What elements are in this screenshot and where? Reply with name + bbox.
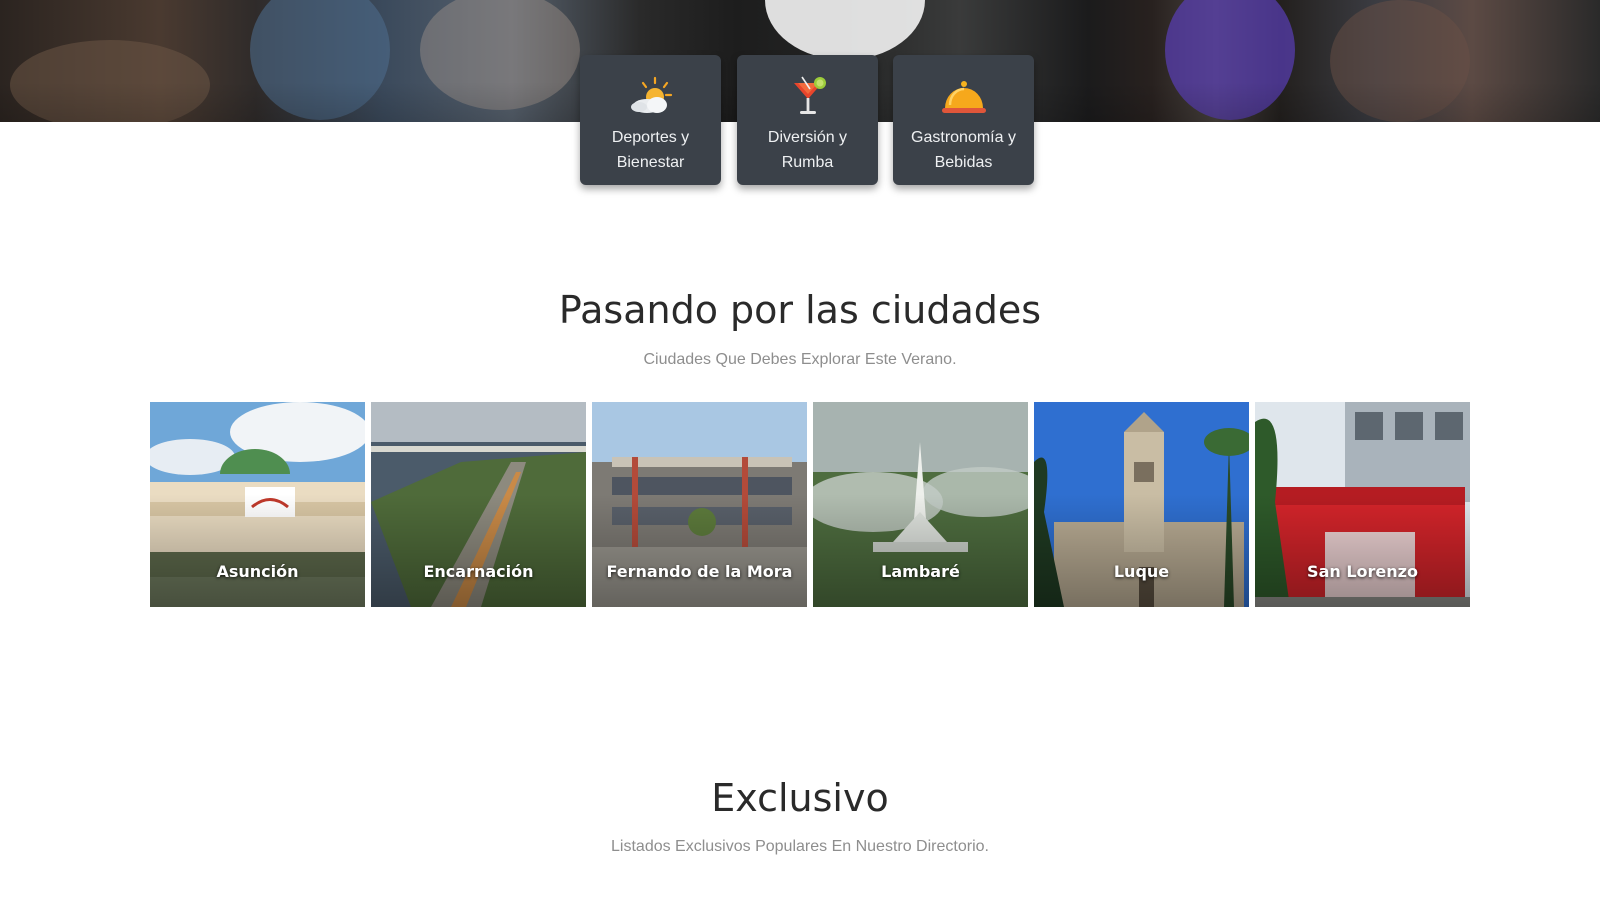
category-label: Deportes y Bienestar — [611, 129, 690, 171]
city-tile-luque[interactable]: Luque — [1034, 402, 1249, 607]
food-cloche-icon — [941, 81, 986, 113]
city-tile-san-lorenzo[interactable]: San Lorenzo — [1255, 402, 1470, 607]
cities-section-subtitle: Ciudades Que Debes Explorar Este Verano. — [643, 351, 957, 368]
category-card-deportes[interactable]: Deportes y Bienestar — [580, 55, 721, 185]
city-name: San Lorenzo — [1307, 562, 1418, 581]
city-name: Luque — [1113, 562, 1170, 581]
exclusive-section-title: Exclusivo — [711, 776, 889, 820]
cocktail-icon — [793, 76, 826, 114]
exclusive-section-subtitle: Listados Exclusivos Populares En Nuestro… — [611, 838, 989, 855]
city-name: Asunción — [216, 562, 299, 581]
category-label: Diversión y Rumba — [767, 129, 848, 171]
city-tile-lambare[interactable]: Lambaré — [813, 402, 1028, 607]
category-label: Gastronomía y Bebidas — [911, 129, 1016, 171]
category-card-gastronomia[interactable]: Gastronomía y Bebidas — [893, 55, 1034, 185]
city-tile-encarnacion[interactable]: Encarnación — [371, 402, 586, 607]
cities-section-title: Pasando por las ciudades — [558, 288, 1042, 332]
category-card-diversion[interactable]: Diversión y Rumba — [737, 55, 878, 185]
city-tile-asuncion[interactable]: Asunción — [150, 402, 365, 607]
city-gallery: Asunción Encarnación Fernando de la Mora… — [150, 402, 1470, 607]
sun-cloud-icon — [630, 76, 672, 113]
city-name: Lambaré — [881, 562, 960, 581]
city-name: Encarnación — [423, 562, 534, 581]
city-tile-fernando-de-la-mora[interactable]: Fernando de la Mora — [592, 402, 807, 607]
city-name: Fernando de la Mora — [606, 562, 793, 581]
